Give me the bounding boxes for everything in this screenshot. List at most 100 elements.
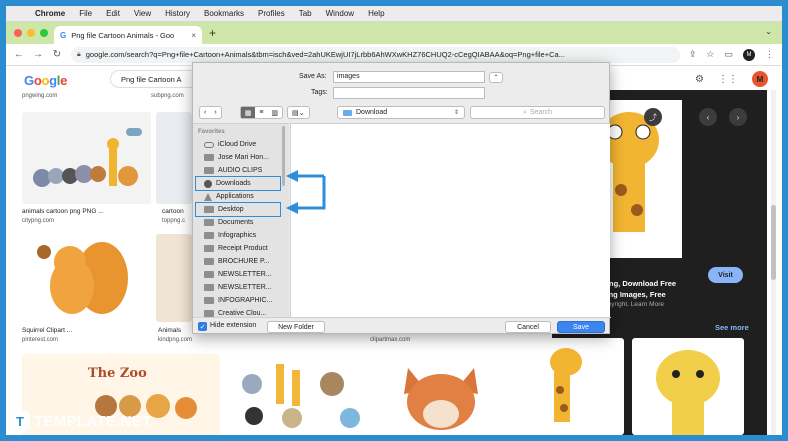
- result-image-cartoon[interactable]: [156, 112, 192, 204]
- page-scrollbar[interactable]: [771, 90, 776, 435]
- tab-strip: G Png file Cartoon Animals - Goo × + ⌄: [6, 22, 782, 44]
- preview-share-icon[interactable]: ⤴: [644, 108, 662, 126]
- reload-icon[interactable]: ↻: [52, 49, 62, 60]
- folder-icon: [204, 271, 214, 278]
- menu-tab[interactable]: Tab: [292, 9, 319, 18]
- google-logo[interactable]: Google: [24, 73, 67, 88]
- tab-close-icon[interactable]: ×: [191, 31, 196, 40]
- result-source[interactable]: citypng.com: [22, 218, 54, 224]
- new-folder-button[interactable]: New Folder: [267, 321, 325, 333]
- zoom-window-button[interactable]: [40, 29, 48, 37]
- close-window-button[interactable]: [14, 29, 22, 37]
- result-source[interactable]: kindpng.com: [158, 337, 192, 343]
- menu-dots-icon[interactable]: ⋮: [765, 49, 774, 60]
- menu-window[interactable]: Window: [319, 9, 361, 18]
- tags-label: Tags:: [311, 89, 328, 96]
- column-view-icon[interactable]: ▥: [267, 107, 282, 118]
- sidebar-scrollbar[interactable]: [282, 124, 286, 318]
- result-source[interactable]: toppng.c: [162, 218, 185, 224]
- preview-title[interactable]: Png, Download Free ong Images, Free: [604, 278, 724, 300]
- dialog-forward-icon[interactable]: ›: [210, 107, 220, 118]
- menu-profiles[interactable]: Profiles: [251, 9, 292, 18]
- result-image-animal-set[interactable]: [232, 354, 370, 435]
- back-icon[interactable]: ←: [14, 49, 24, 60]
- list-view-icon[interactable]: ≡: [255, 107, 267, 118]
- expand-dialog-chevron-icon[interactable]: ⌃: [489, 72, 503, 83]
- bookmark-star-icon[interactable]: ☆: [706, 49, 714, 60]
- hide-extension-label[interactable]: Hide extension: [210, 322, 256, 329]
- result-caption[interactable]: cartoon: [162, 208, 184, 215]
- result-source[interactable]: subpng.com: [151, 93, 184, 99]
- preview-next-icon[interactable]: ›: [729, 108, 747, 126]
- settings-gear-icon[interactable]: ⚙: [695, 74, 704, 85]
- page-scrollbar-thumb[interactable]: [771, 205, 776, 280]
- sidebar-item-home[interactable]: Jose Mari Hon...: [196, 151, 280, 164]
- folder-icon: [204, 297, 214, 304]
- hide-extension-checkbox[interactable]: ✓: [198, 322, 207, 331]
- gallery-view-menu[interactable]: ▤⌄: [287, 106, 310, 119]
- folder-icon: [204, 310, 214, 317]
- tags-field[interactable]: [333, 87, 485, 99]
- result-source[interactable]: pinterest.com: [22, 337, 58, 343]
- menu-bookmarks[interactable]: Bookmarks: [197, 9, 251, 18]
- forward-icon[interactable]: →: [33, 49, 43, 60]
- location-popup[interactable]: Download ⇕: [337, 106, 465, 119]
- sidebar-item-desktop[interactable]: Desktop: [195, 202, 281, 217]
- result-image-fox[interactable]: [378, 354, 518, 435]
- result-caption[interactable]: Animals: [158, 327, 181, 334]
- dialog-back-icon[interactable]: ‹: [200, 107, 210, 118]
- menu-file[interactable]: File: [72, 9, 99, 18]
- window-controls: [14, 29, 48, 37]
- sidebar-item-brochure[interactable]: BROCHURE P...: [196, 255, 280, 268]
- menu-history[interactable]: History: [158, 9, 197, 18]
- folder-icon: [343, 109, 352, 116]
- result-image-giraffe-1[interactable]: [514, 338, 624, 435]
- result-source[interactable]: pngwing.com: [22, 93, 57, 99]
- sidebar-item-documents[interactable]: Documents: [196, 216, 280, 229]
- dialog-search-field[interactable]: ⌕ Search: [470, 106, 605, 119]
- see-more-link[interactable]: See more: [715, 323, 749, 332]
- result-image-animals[interactable]: [156, 234, 192, 322]
- result-image-giraffe-2[interactable]: [632, 338, 744, 435]
- result-caption[interactable]: animals cartoon png PNG ...: [22, 208, 104, 215]
- menu-help[interactable]: Help: [361, 9, 391, 18]
- sidebar-item-newsletter-1[interactable]: NEWSLETTER...: [196, 268, 280, 281]
- tab-search-chevron-icon[interactable]: ⌄: [765, 27, 772, 36]
- preview-copyright-note: opyright. Learn More: [604, 301, 664, 308]
- sidebar-item-label: Applications: [216, 193, 254, 200]
- sidebar-toggle-icon[interactable]: ▭: [724, 49, 733, 60]
- sidebar-item-infographic[interactable]: INFOGRAPHIC...: [196, 294, 280, 307]
- menu-edit[interactable]: Edit: [99, 9, 127, 18]
- menu-view[interactable]: View: [127, 9, 158, 18]
- browser-tab[interactable]: G Png file Cartoon Animals - Goo ×: [54, 26, 202, 44]
- minimize-window-button[interactable]: [27, 29, 35, 37]
- sidebar-item-applications[interactable]: Applications: [196, 190, 280, 203]
- google-search-input[interactable]: Png file Cartoon A: [110, 70, 200, 88]
- result-caption[interactable]: Squirrel Clipart ...: [22, 327, 72, 334]
- sidebar-item-downloads[interactable]: Downloads: [195, 176, 281, 191]
- save-button[interactable]: Save: [557, 321, 605, 333]
- new-tab-button[interactable]: +: [209, 26, 216, 40]
- icon-view-icon[interactable]: ▦: [240, 107, 256, 118]
- save-as-field[interactable]: images: [333, 71, 485, 83]
- profile-avatar[interactable]: M: [743, 48, 755, 61]
- sidebar-item-receipt-product[interactable]: Receipt Product: [196, 242, 280, 255]
- visit-button[interactable]: Visit: [708, 267, 743, 283]
- google-account-avatar[interactable]: M: [752, 71, 768, 87]
- preview-previous-icon[interactable]: ‹: [699, 108, 717, 126]
- share-icon[interactable]: ⇪: [689, 49, 697, 60]
- cancel-button[interactable]: Cancel: [505, 321, 551, 333]
- apps-grid-icon[interactable]: ⋮⋮: [718, 74, 738, 85]
- sidebar-item-label: Creative Clou...: [218, 310, 267, 317]
- result-image-animals-lineup[interactable]: [22, 112, 151, 204]
- sidebar-item-audio-clips[interactable]: AUDIO CLIPS: [196, 164, 280, 177]
- sidebar-item-infographics[interactable]: Infographics: [196, 229, 280, 242]
- result-source[interactable]: clipartmax.com: [370, 337, 410, 343]
- sidebar-item-newsletter-2[interactable]: NEWSLETTER...: [196, 281, 280, 294]
- menu-app-name[interactable]: Chrome: [28, 9, 72, 18]
- address-bar[interactable]: 🔒︎ google.com/search?q=Png+file+Cartoon+…: [71, 46, 680, 63]
- sidebar-item-icloud-drive[interactable]: iCloud Drive: [196, 138, 280, 151]
- sidebar-item-label: Infographics: [218, 232, 257, 239]
- result-image-squirrel[interactable]: [22, 234, 148, 322]
- file-browser-area[interactable]: [290, 123, 610, 317]
